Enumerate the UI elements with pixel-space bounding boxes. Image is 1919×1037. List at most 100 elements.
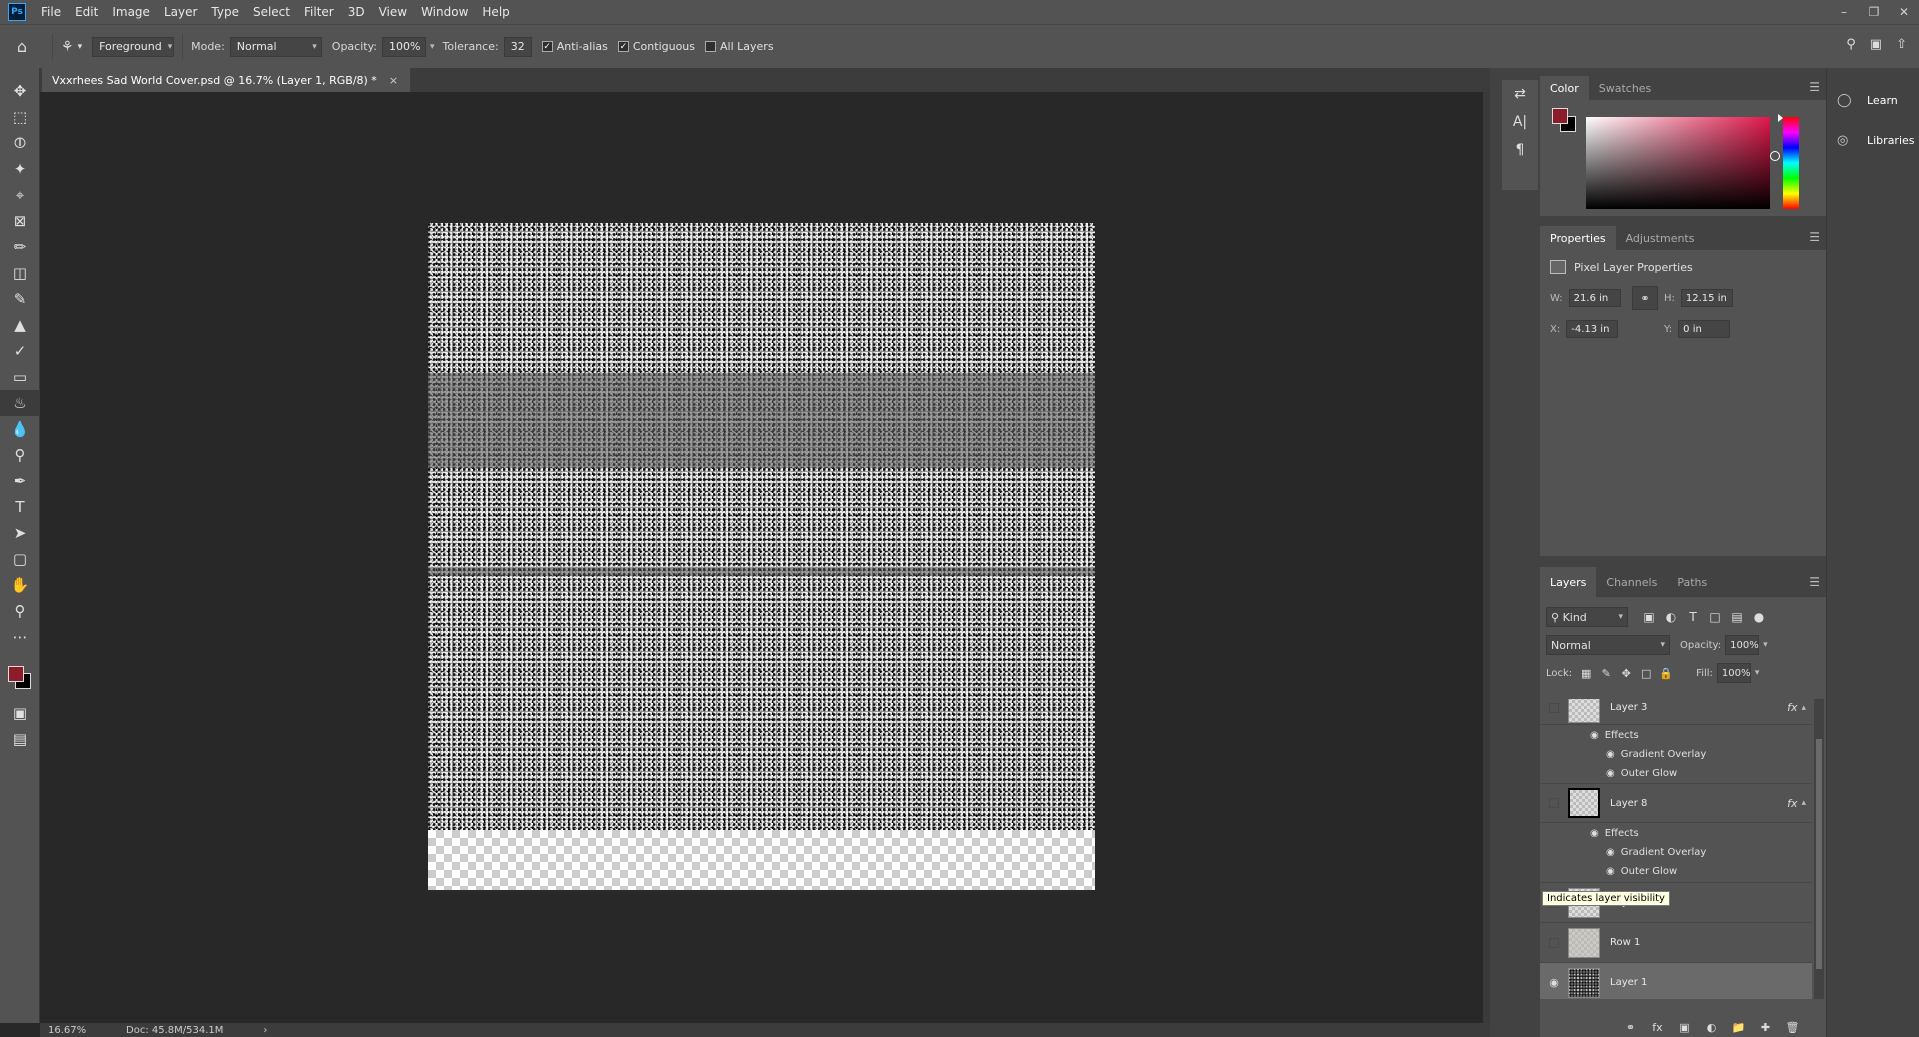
zoom-level[interactable]: 16.67%	[40, 1025, 106, 1036]
collapse-effects-icon[interactable]: ▴	[1801, 703, 1806, 713]
hue-slider[interactable]	[1783, 117, 1799, 209]
shape-icon[interactable]: ▢	[0, 546, 40, 572]
all-layers-checkbox[interactable]: All Layers	[705, 40, 774, 53]
eraser-icon[interactable]: ▭	[0, 364, 40, 390]
canvas-area[interactable]	[40, 92, 1490, 1023]
menu-view[interactable]: View	[372, 0, 414, 24]
lock-pixels-icon[interactable]: ✎	[1596, 667, 1616, 680]
status-arrow-icon[interactable]: ›	[263, 1025, 267, 1036]
eye-icon[interactable]: ◉	[1606, 847, 1615, 858]
minimize-icon[interactable]: –	[1829, 0, 1859, 24]
menu-file[interactable]: File	[34, 0, 68, 24]
visibility-toggle[interactable]	[1540, 699, 1568, 724]
tab-swatches[interactable]: Swatches	[1589, 76, 1662, 100]
effect-item[interactable]: ◉ Outer Glow	[1540, 763, 1812, 783]
panel-menu-icon[interactable]: ☰	[1809, 575, 1820, 589]
type-filter-icon[interactable]: T	[1682, 610, 1704, 624]
path-select-icon[interactable]: ➤	[0, 520, 40, 546]
hand-icon[interactable]: ✋	[0, 572, 40, 598]
fill-input[interactable]: 100%	[1716, 663, 1751, 683]
layers-scrollbar[interactable]	[1814, 699, 1824, 999]
paint-bucket-icon[interactable]: ♨	[0, 390, 40, 416]
add-style-icon[interactable]: fx	[1644, 1021, 1671, 1034]
menu-filter[interactable]: Filter	[297, 0, 341, 24]
add-mask-icon[interactable]: ▣	[1671, 1021, 1698, 1034]
tab-adjustments[interactable]: Adjustments	[1616, 226, 1705, 250]
tab-channels[interactable]: Channels	[1596, 567, 1667, 597]
lock-transparent-icon[interactable]: ▦	[1576, 667, 1596, 680]
menu-type[interactable]: Type	[204, 0, 246, 24]
opacity-chevron-icon[interactable]: ▾	[1763, 640, 1768, 650]
quick-mask-icon[interactable]: ▣	[0, 700, 40, 726]
learn-button[interactable]: ◯ Learn	[1827, 80, 1919, 120]
menu-help[interactable]: Help	[475, 0, 516, 24]
link-layers-icon[interactable]: ⚭	[1617, 1021, 1644, 1034]
restore-icon[interactable]: ❐	[1859, 0, 1889, 24]
effect-item[interactable]: ◉ Gradient Overlay	[1540, 842, 1812, 862]
eyedropper-icon[interactable]: ✏	[0, 234, 40, 260]
tab-color[interactable]: Color	[1540, 76, 1589, 100]
close-tab-icon[interactable]: ×	[389, 74, 398, 87]
marquee-icon[interactable]: ⬚	[0, 104, 40, 130]
blur-icon[interactable]: 💧	[0, 416, 40, 442]
collapse-effects-icon[interactable]: ▴	[1801, 798, 1806, 808]
frame-icon[interactable]: ⊠	[0, 208, 40, 234]
height-input[interactable]: 12.15 in	[1680, 289, 1733, 307]
menu-3d[interactable]: 3D	[341, 0, 372, 24]
fill-source-dropdown[interactable]: Foreground ▾	[92, 36, 175, 57]
antialias-checkbox[interactable]: ✓ Anti-alias	[541, 40, 608, 53]
type-icon[interactable]: T	[0, 494, 40, 520]
paragraph-panel-icon[interactable]: ¶	[1502, 136, 1538, 164]
pen-icon[interactable]: ✒	[0, 468, 40, 494]
menu-select[interactable]: Select	[246, 0, 297, 24]
share-icon[interactable]: ⇧	[1896, 37, 1907, 52]
brush-icon[interactable]: ✎	[0, 286, 40, 312]
lock-position-icon[interactable]: ✥	[1616, 667, 1636, 680]
layer-row[interactable]: ◉ Layer 1	[1540, 963, 1812, 999]
tool-preset-icon[interactable]: ⚘ ▾	[61, 39, 82, 55]
lock-artboard-icon[interactable]: □	[1636, 667, 1656, 680]
eye-icon[interactable]: ◉	[1606, 768, 1615, 779]
visibility-toggle[interactable]	[1540, 923, 1568, 962]
kind-filter-dropdown[interactable]: ⚲ Kind ▾	[1546, 607, 1628, 627]
tolerance-input[interactable]: 32	[503, 36, 532, 57]
tab-paths[interactable]: Paths	[1667, 567, 1717, 597]
more-icon[interactable]: ⋯	[0, 624, 40, 650]
fx-icon[interactable]: fx	[1787, 797, 1797, 810]
width-input[interactable]: 21.6 in	[1568, 289, 1621, 307]
history-brush-icon[interactable]: ✓	[0, 338, 40, 364]
menu-window[interactable]: Window	[414, 0, 475, 24]
menu-edit[interactable]: Edit	[68, 0, 105, 24]
new-layer-icon[interactable]: ✚	[1752, 1021, 1779, 1034]
effect-item[interactable]: ◉ Outer Glow	[1540, 861, 1812, 881]
layer-row[interactable]: Layer 3 fx ▴	[1540, 699, 1812, 725]
character-panel-icon[interactable]: A|	[1502, 108, 1538, 136]
magic-wand-icon[interactable]: ✦	[0, 156, 40, 182]
color-field[interactable]	[1586, 117, 1780, 209]
canvas-scrollbar[interactable]	[1483, 92, 1490, 1023]
menu-layer[interactable]: Layer	[157, 0, 204, 24]
workspace-icon[interactable]: ▣	[1870, 37, 1882, 52]
x-input[interactable]: -4.13 in	[1566, 320, 1619, 338]
tab-layers[interactable]: Layers	[1540, 567, 1597, 597]
stamp-icon[interactable]: ▲	[0, 312, 40, 338]
smart-object-filter-icon[interactable]: ▤	[1726, 610, 1748, 624]
opacity-chevron-icon[interactable]: ▾	[430, 42, 435, 52]
opacity-input[interactable]: 100%	[382, 36, 426, 57]
color-picker-cursor[interactable]	[1770, 151, 1780, 161]
move-icon[interactable]: ✥	[0, 78, 40, 104]
new-adjustment-icon[interactable]: ◐	[1698, 1021, 1725, 1034]
lock-all-icon[interactable]: 🔒	[1656, 667, 1676, 680]
search-icon[interactable]: ⚲	[1846, 37, 1856, 52]
tab-properties[interactable]: Properties	[1540, 226, 1616, 250]
crop-icon[interactable]: ⌖	[0, 182, 40, 208]
eye-icon[interactable]: ◉	[1590, 828, 1599, 839]
filter-toggle-icon[interactable]: ●	[1748, 610, 1770, 624]
fx-icon[interactable]: fx	[1787, 701, 1797, 714]
link-dimensions-icon[interactable]: ⚭	[1632, 286, 1658, 310]
new-group-icon[interactable]: 📁	[1725, 1021, 1752, 1034]
y-input[interactable]: 0 in	[1678, 320, 1731, 338]
effects-row[interactable]: ◉ Effects	[1540, 725, 1812, 745]
eye-icon[interactable]: ◉	[1606, 749, 1615, 760]
panel-menu-icon[interactable]: ☰	[1809, 230, 1820, 244]
